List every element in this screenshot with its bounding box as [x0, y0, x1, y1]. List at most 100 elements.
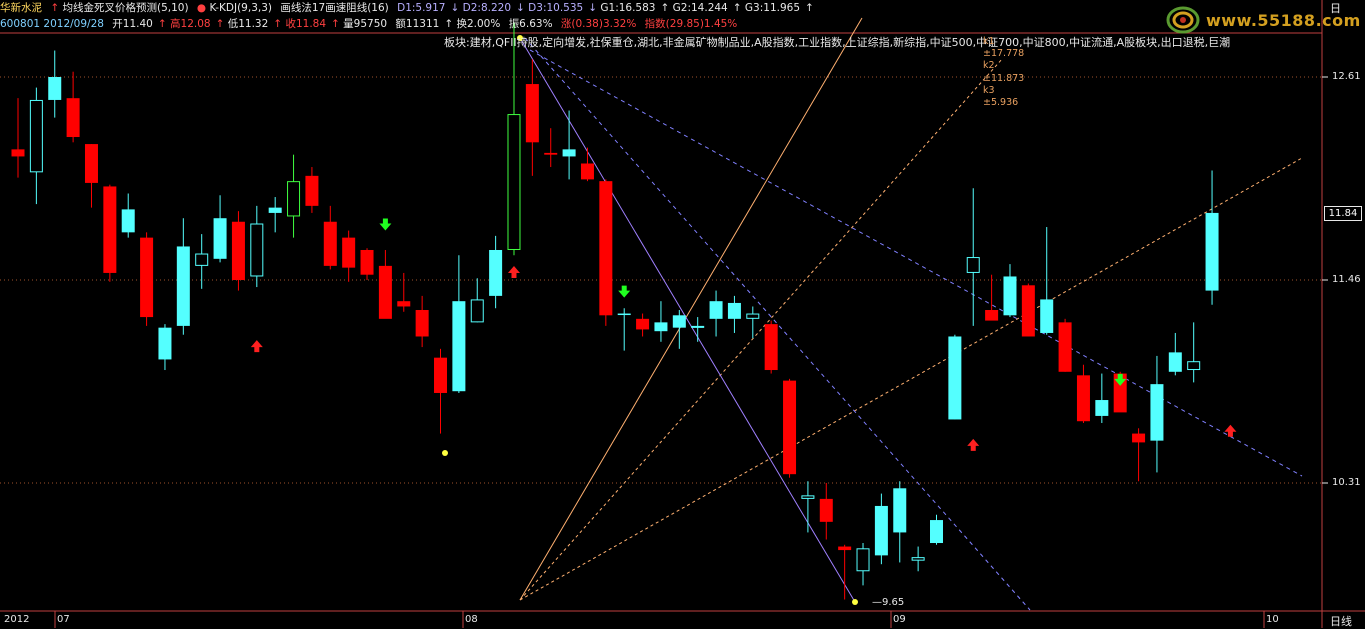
candle-body-24 — [452, 301, 466, 392]
value-d1: D1:5.917 — [397, 2, 446, 14]
candle-body-29 — [544, 152, 558, 155]
sector-list: 板块:建材,QFII持股,定向增发,社保重仓,湖北,非金属矿物制品业,A股指数,… — [444, 36, 1231, 49]
candle-body-56 — [1040, 299, 1054, 333]
candle-39 — [727, 295, 741, 333]
candle-36 — [672, 310, 686, 349]
candle-51 — [948, 334, 962, 420]
candle-body-35 — [654, 322, 668, 332]
candle-33 — [617, 308, 631, 351]
candle-body-3 — [66, 98, 80, 138]
candle-20 — [378, 249, 392, 319]
candle-46 — [856, 543, 870, 586]
value-d2: D2:8.220 — [462, 2, 512, 14]
open-price: 开11.40 — [112, 18, 153, 30]
candle-body-15 — [287, 181, 301, 217]
x-tick-08: 08 — [465, 614, 478, 625]
candle-11 — [213, 195, 227, 263]
period-label-top[interactable]: 日 — [1330, 0, 1341, 16]
candle-body-42 — [783, 380, 797, 475]
candle-54 — [1003, 264, 1017, 318]
candle-65 — [1205, 170, 1219, 305]
candle-24 — [452, 255, 466, 393]
watermark-logo-icon — [1166, 6, 1200, 34]
speed-line-2 — [529, 49, 1303, 477]
candle-body-32 — [599, 181, 613, 316]
candle-body-44 — [819, 498, 833, 522]
x-tick-10: 10 — [1266, 614, 1279, 625]
candlestick-chart[interactable] — [0, 0, 1365, 628]
candle-body-8 — [158, 327, 172, 360]
candle-body-18 — [342, 237, 356, 268]
candle-62 — [1150, 355, 1164, 473]
current-price-tag: 11.84 — [1324, 206, 1362, 221]
candle-57 — [1058, 318, 1072, 372]
candle-body-50 — [930, 520, 943, 544]
candle-44 — [819, 483, 833, 540]
turnover: 换2.00% — [456, 18, 501, 30]
candle-body-31 — [580, 163, 594, 180]
candle-48 — [893, 481, 907, 563]
period-label-bottom[interactable]: 日线 — [1330, 613, 1352, 629]
candle-body-12 — [231, 221, 245, 280]
speed-line-values: k1 ±17.778 k2 ±11.873 k3 ±5.936 — [983, 36, 1024, 109]
price-change: 涨(0.38)3.32% — [560, 18, 637, 30]
candle-17 — [323, 205, 337, 270]
candle-63 — [1168, 332, 1182, 376]
anchor-point-aug — [442, 450, 448, 456]
candle-body-23 — [434, 357, 448, 393]
low-point-label: —9.65 — [872, 597, 905, 608]
candle-body-51 — [948, 336, 962, 420]
low-price: 低11.32 — [227, 18, 269, 30]
candle-25 — [470, 278, 484, 323]
candle-body-45 — [838, 546, 852, 551]
indicator-speed-line[interactable]: 画线法17画速阻线(16) — [280, 2, 388, 14]
candle-body-17 — [323, 221, 337, 266]
candle-body-43 — [801, 495, 815, 499]
candle-body-61 — [1132, 433, 1146, 443]
sell-arrow-3 — [618, 285, 631, 298]
candle-0 — [11, 98, 25, 178]
candle-18 — [342, 230, 356, 282]
fan-line-steep — [519, 17, 863, 601]
candle-53 — [985, 274, 999, 321]
candle-body-30 — [562, 149, 576, 157]
stock-name[interactable]: 华新水泥 — [0, 2, 42, 14]
high-price: 高12.08 — [170, 18, 211, 30]
candle-29 — [544, 128, 558, 168]
site-watermark: www.55188.com — [1166, 6, 1360, 34]
candle-body-65 — [1205, 212, 1219, 291]
candle-32 — [599, 179, 613, 326]
volume: 量95750 — [343, 18, 388, 30]
candle-16 — [305, 167, 319, 213]
candle-body-14 — [268, 207, 282, 213]
candle-59 — [1095, 373, 1109, 423]
candle-body-7 — [140, 237, 154, 318]
header-line-2: 600801 2012/09/28 开11.40 ↑ 高12.08 ↑ 低11.32… — [0, 18, 738, 30]
candle-21 — [397, 272, 411, 312]
candle-64 — [1187, 322, 1201, 383]
candle-body-63 — [1168, 352, 1182, 372]
candle-body-40 — [746, 313, 760, 319]
candle-body-55 — [1021, 285, 1035, 337]
candle-56 — [1040, 227, 1054, 335]
price-label-11-46: 11.46 — [1332, 274, 1361, 285]
candle-body-20 — [378, 265, 392, 319]
candle-8 — [158, 324, 172, 371]
candle-31 — [580, 147, 594, 182]
indicator-kdj[interactable]: ● K-KDJ(9,3,3) — [197, 2, 272, 14]
amplitude: 振6.63% — [508, 18, 553, 30]
candle-42 — [783, 378, 797, 478]
indicator-ma-cross[interactable]: ↑ 均线金死叉价格预测(5,10) — [50, 2, 188, 14]
k2-value: ±11.873 — [983, 72, 1025, 84]
price-label-10-31: 10.31 — [1332, 477, 1361, 488]
candle-body-22 — [415, 310, 429, 337]
buy-arrow-4 — [967, 438, 980, 451]
amount: 额11311 — [395, 18, 440, 30]
candle-50 — [930, 514, 943, 545]
candle-12 — [231, 211, 245, 291]
candle-6 — [121, 193, 135, 238]
candle-49 — [911, 546, 925, 572]
code-date: 600801 2012/09/28 — [0, 18, 104, 30]
candle-13 — [250, 205, 264, 288]
value-g1: G1:16.583 — [600, 2, 656, 14]
